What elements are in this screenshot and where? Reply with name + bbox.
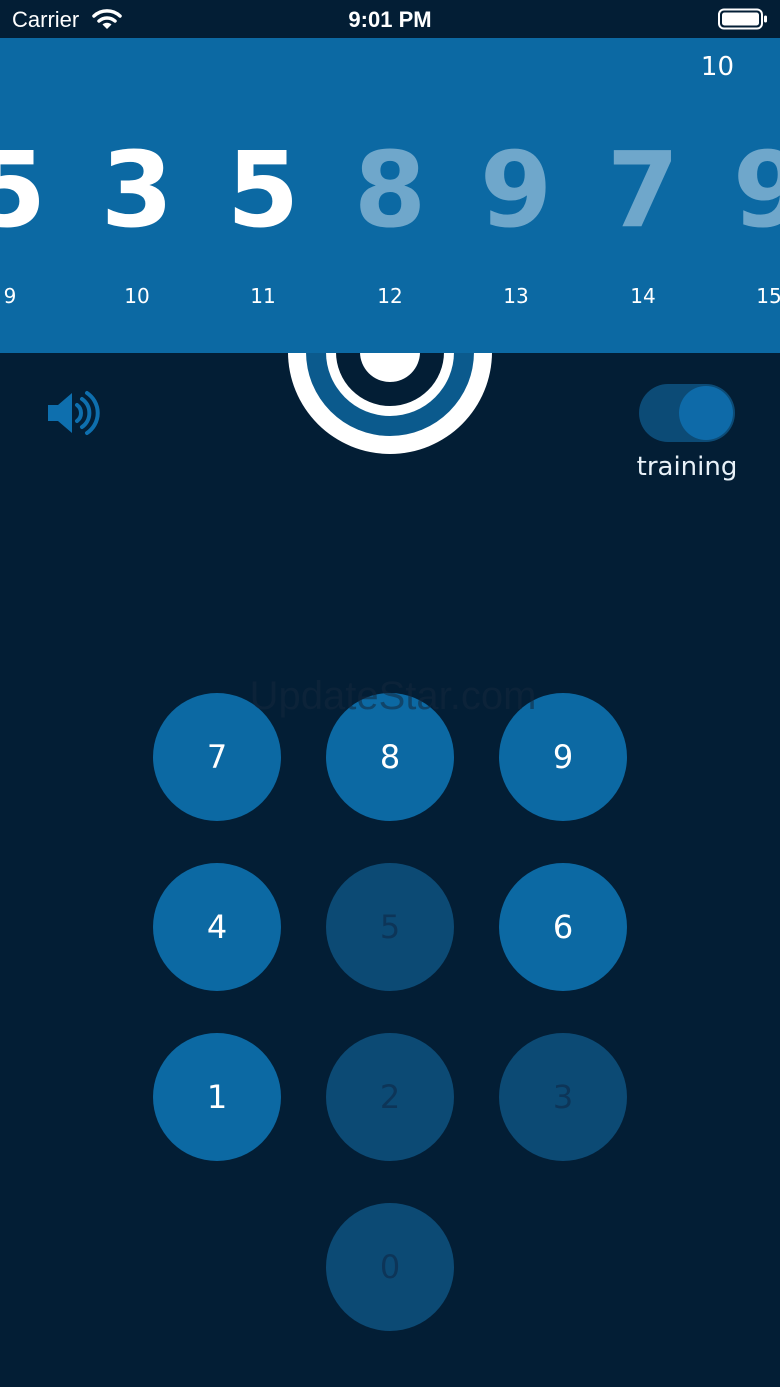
keypad-key-0[interactable]: 0 <box>326 1203 454 1331</box>
sequence-index: 13 <box>503 284 529 308</box>
app-screen: Carrier 9:01 PM 10 5 9 3 10 5 11 8 12 9 13 7 14 9 15 <box>0 0 780 1387</box>
sequence-index: 14 <box>630 284 656 308</box>
sequence-digit: 8 <box>353 129 427 251</box>
sequence-index: 9 <box>3 284 17 308</box>
sequence-counter: 10 <box>700 52 734 82</box>
keypad-key-3[interactable]: 3 <box>499 1033 627 1161</box>
status-bar: Carrier 9:01 PM <box>0 0 780 38</box>
sequence-index: 10 <box>124 284 150 308</box>
speaker-icon[interactable] <box>44 390 100 436</box>
watermark: UpdateStar.com <box>249 674 537 718</box>
toggle-knob <box>679 386 733 440</box>
keypad-key-1[interactable]: 1 <box>153 1033 281 1161</box>
sequence-banner: 10 5 9 3 10 5 11 8 12 9 13 7 14 9 15 <box>0 38 780 353</box>
battery-icon <box>718 8 768 30</box>
sequence-index: 15 <box>756 284 780 308</box>
keypad-key-2[interactable]: 2 <box>326 1033 454 1161</box>
training-label: training <box>636 452 738 482</box>
keypad-key-6[interactable]: 6 <box>499 863 627 991</box>
sequence-index: 11 <box>250 284 276 308</box>
sequence-digit: 9 <box>479 129 553 251</box>
keypad-key-5[interactable]: 5 <box>326 863 454 991</box>
sequence-digit: 7 <box>606 129 680 251</box>
keypad-key-4[interactable]: 4 <box>153 863 281 991</box>
training-toggle[interactable] <box>639 384 735 442</box>
sequence-digit: 3 <box>100 129 174 251</box>
sequence-digit: 5 <box>226 129 300 251</box>
sequence-index: 12 <box>377 284 403 308</box>
sequence-digit: 9 <box>732 129 780 251</box>
sequence-digit: 5 <box>0 129 47 251</box>
clock: 9:01 PM <box>348 7 432 32</box>
